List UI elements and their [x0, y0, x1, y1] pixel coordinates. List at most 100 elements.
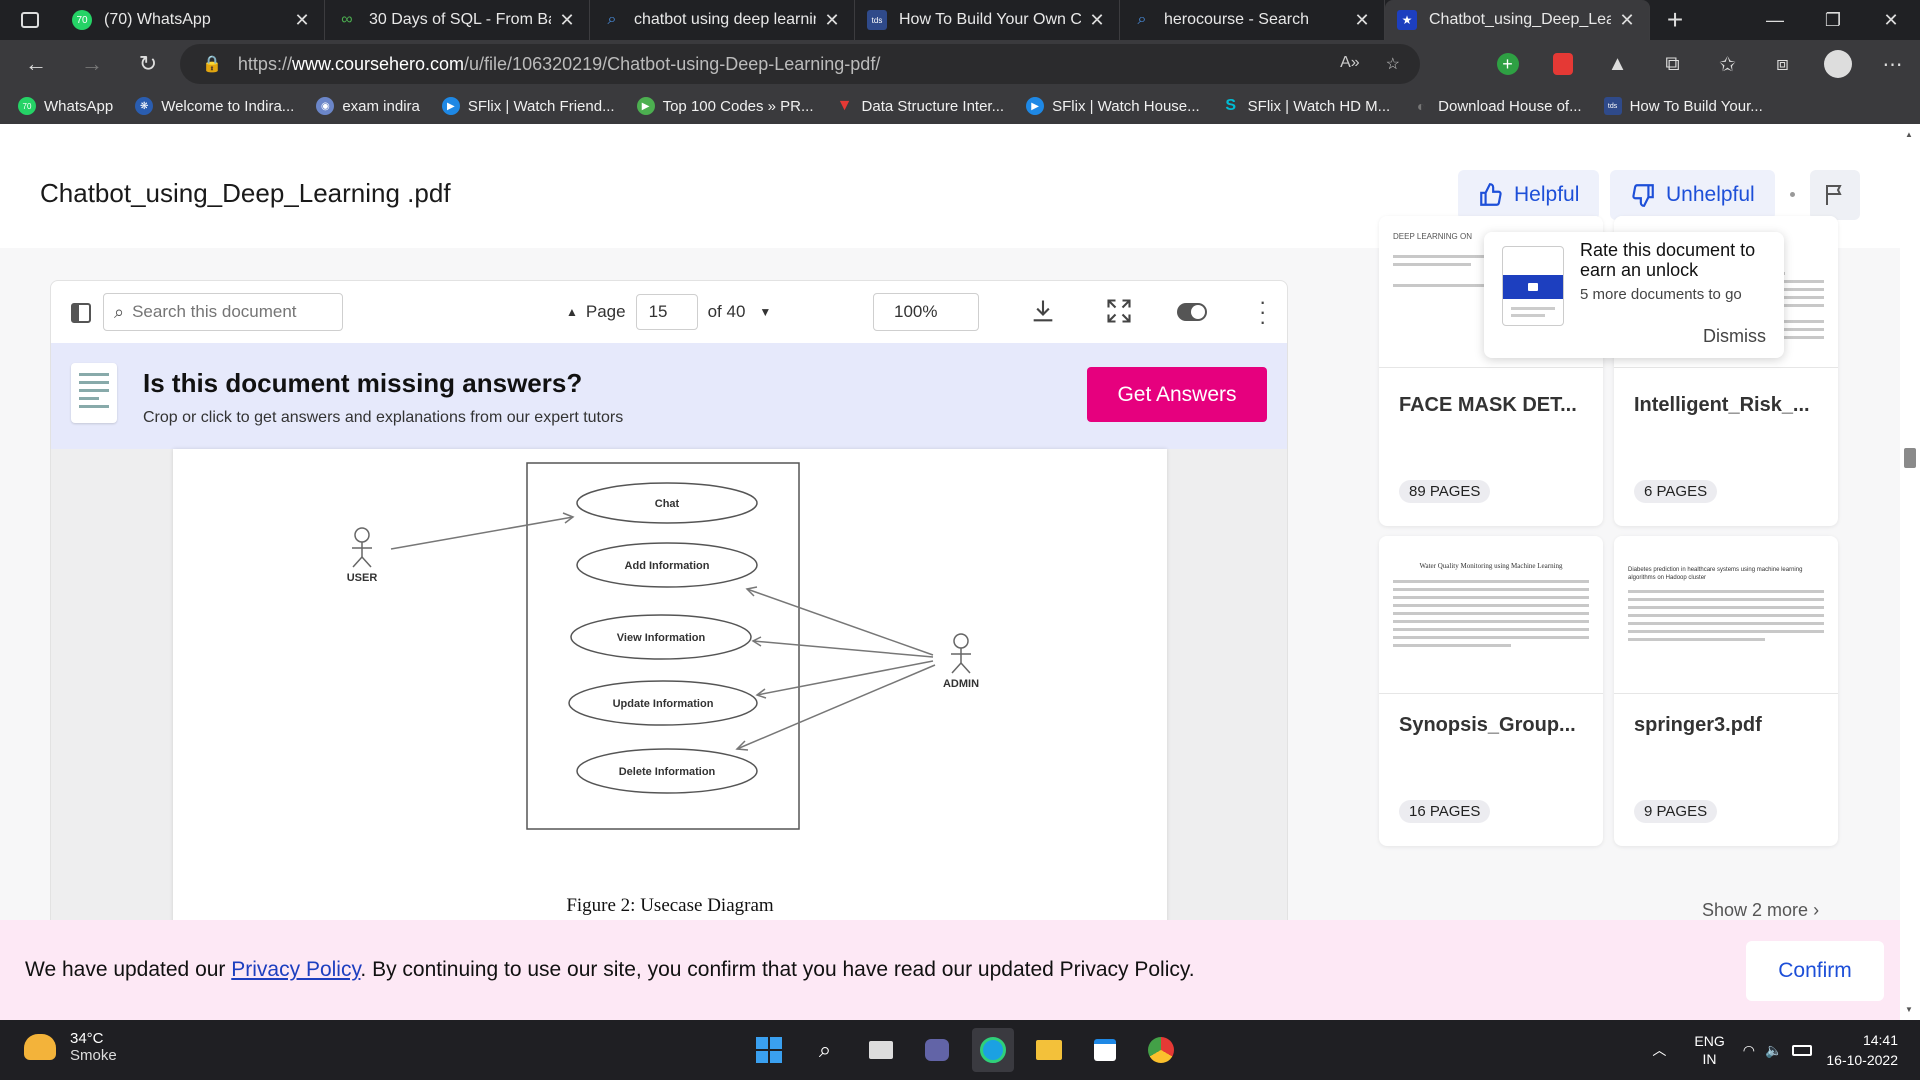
bookmark-item[interactable]: ▼ Data Structure Inter...	[836, 97, 1005, 115]
bookmark-item[interactable]: ◐ Download House of...	[1412, 97, 1582, 115]
bookmark-item[interactable]: ▶ SFlix | Watch Friend...	[441, 97, 615, 115]
banner-subtext: Crop or click to get answers and explana…	[143, 409, 624, 426]
bookmark-item[interactable]: ▶ SFlix | Watch House...	[1026, 97, 1200, 115]
new-tab-button[interactable]: +	[1650, 0, 1700, 40]
close-window-icon[interactable]: ✕	[1862, 0, 1920, 40]
address-bar[interactable]: 🔒 https://www.coursehero.com/u/file/1063…	[180, 44, 1420, 84]
figure-caption: Figure 2: Usecase Diagram	[566, 895, 774, 916]
volume-icon[interactable]: 🔈	[1765, 1042, 1782, 1059]
weather-widget[interactable]: 34°C Smoke	[24, 1030, 117, 1064]
edge-browser-icon[interactable]	[972, 1028, 1014, 1072]
task-view-icon[interactable]	[860, 1028, 902, 1072]
profile-avatar[interactable]	[1810, 50, 1865, 78]
tab-build-chatbot[interactable]: tds How To Build Your Own Cha ✕	[855, 0, 1120, 40]
close-tab-icon[interactable]: ✕	[1087, 10, 1107, 31]
thumb-text: Water Quality Monitoring using Machine L…	[1419, 562, 1563, 570]
weather-condition: Smoke	[70, 1047, 117, 1064]
recommended-doc-card[interactable]: Water Quality Monitoring using Machine L…	[1379, 536, 1603, 846]
search-icon[interactable]: ⌕	[804, 1028, 846, 1072]
bookmark-item[interactable]: ◉ exam indira	[316, 97, 420, 115]
battery-icon[interactable]	[1792, 1044, 1813, 1056]
adblock-icon[interactable]	[1535, 53, 1590, 75]
file-explorer-icon[interactable]	[1028, 1028, 1070, 1072]
bookmark-item[interactable]: 70 WhatsApp	[18, 97, 113, 115]
tab-whatsapp[interactable]: 70 (70) WhatsApp ✕	[60, 0, 325, 40]
privacy-policy-link[interactable]: Privacy Policy	[231, 958, 360, 981]
back-button[interactable]: ←	[8, 40, 64, 88]
lock-icon	[1528, 283, 1538, 291]
search-icon: ⌕	[1137, 11, 1147, 28]
doc-title: Synopsis_Group...	[1399, 714, 1576, 736]
tab-herocourse-search[interactable]: ⌕ herocourse - Search ✕	[1120, 0, 1385, 40]
search-icon: ⌕	[607, 11, 617, 28]
bookmark-item[interactable]: ▶ Top 100 Codes » PR...	[636, 97, 814, 115]
prev-page-icon[interactable]: ▲	[566, 305, 578, 319]
usecase-label: Update Information	[613, 698, 714, 710]
bookmark-label: exam indira	[342, 97, 420, 115]
collections-icon[interactable]: ⧈	[1755, 53, 1810, 76]
report-flag-button[interactable]	[1810, 170, 1860, 220]
bookmark-label: SFlix | Watch House...	[1052, 97, 1200, 115]
store-icon[interactable]	[1084, 1028, 1126, 1072]
scroll-down-icon[interactable]: ▼	[1905, 1005, 1913, 1014]
download-icon[interactable]	[1029, 297, 1057, 325]
tab-actions-button[interactable]	[0, 0, 60, 40]
get-answers-button[interactable]: Get Answers	[1087, 367, 1267, 422]
scrollbar-thumb[interactable]	[1904, 448, 1916, 468]
start-icon[interactable]	[748, 1028, 790, 1072]
close-tab-icon[interactable]: ✕	[1352, 10, 1372, 31]
more-options-icon[interactable]: · · ·	[1259, 291, 1266, 333]
maximize-icon[interactable]: ❐	[1804, 0, 1862, 40]
tab-chatbot-search[interactable]: ⌕ chatbot using deep learning ✕	[590, 0, 855, 40]
minimize-icon[interactable]: —	[1746, 0, 1804, 40]
site-icon: ◉	[316, 97, 335, 115]
tab-sql[interactable]: ∞ 30 Days of SQL - From Basic ✕	[325, 0, 590, 40]
clock[interactable]: 14:41 16-10-2022	[1826, 1030, 1898, 1070]
refresh-button[interactable]: ↻	[120, 40, 176, 88]
page-number-input[interactable]: 15	[635, 294, 698, 330]
helpful-button[interactable]: Helpful	[1458, 170, 1600, 220]
tab-chatbot-pdf[interactable]: ★ Chatbot_using_Deep_Learn ✕	[1385, 0, 1650, 40]
close-tab-icon[interactable]: ✕	[557, 10, 577, 31]
user-actor-label: USER	[347, 572, 378, 584]
sidebar-toggle-icon[interactable]	[71, 303, 91, 323]
forward-button[interactable]: →	[64, 40, 120, 88]
favorite-star-icon[interactable]: ☆	[1386, 54, 1400, 74]
favorites-icon[interactable]: ✩	[1700, 52, 1755, 77]
bookmark-item[interactable]: ❋ Welcome to Indira...	[135, 97, 294, 115]
chrome-icon[interactable]	[1140, 1028, 1182, 1072]
doc-thumbnail: Diabetes prediction in healthcare system…	[1614, 536, 1838, 694]
language-indicator[interactable]: ENG IN	[1694, 1032, 1724, 1068]
add-extension-icon[interactable]: +	[1480, 53, 1535, 75]
tds-icon: tds	[867, 10, 887, 30]
scroll-up-icon[interactable]: ▲	[1905, 130, 1913, 139]
search-box[interactable]: ⌕	[103, 293, 343, 331]
toggle-switch[interactable]	[1177, 303, 1207, 321]
bookmark-item[interactable]: tds How To Build Your...	[1603, 97, 1763, 115]
drive-icon[interactable]: ▲	[1590, 53, 1645, 76]
close-tab-icon[interactable]: ✕	[292, 10, 312, 31]
recommended-doc-card[interactable]: Diabetes prediction in healthcare system…	[1614, 536, 1838, 846]
confirm-button[interactable]: Confirm	[1746, 941, 1884, 1001]
read-aloud-icon[interactable]: A»	[1340, 54, 1360, 74]
lock-icon[interactable]: 🔒	[202, 54, 222, 74]
next-page-icon[interactable]: ▼	[759, 305, 771, 319]
search-input[interactable]	[132, 302, 323, 322]
dismiss-button[interactable]: Dismiss	[1703, 326, 1766, 347]
close-tab-icon[interactable]: ✕	[1617, 10, 1637, 31]
whatsapp-icon: 70	[18, 97, 36, 115]
fullscreen-icon[interactable]	[1105, 297, 1133, 325]
thumb-text: Diabetes prediction in healthcare system…	[1628, 567, 1803, 581]
more-menu-icon[interactable]: ⋯	[1865, 52, 1920, 77]
wifi-icon[interactable]: ◠	[1743, 1042, 1755, 1059]
page-scrollbar[interactable]: ▲ ▼	[1900, 124, 1920, 1020]
close-tab-icon[interactable]: ✕	[822, 10, 842, 31]
chevron-up-icon[interactable]: ︿	[1652, 1040, 1666, 1060]
tab-title: Chatbot_using_Deep_Learn	[1429, 11, 1611, 28]
teams-chat-icon[interactable]	[916, 1028, 958, 1072]
bookmark-item[interactable]: S SFlix | Watch HD M...	[1222, 97, 1390, 115]
zoom-level[interactable]: 100%	[873, 293, 979, 331]
show-more-link[interactable]: Show 2 more ›	[1702, 900, 1819, 921]
extensions-icon[interactable]: ⧉	[1645, 53, 1700, 76]
unhelpful-button[interactable]: Unhelpful	[1610, 170, 1775, 220]
